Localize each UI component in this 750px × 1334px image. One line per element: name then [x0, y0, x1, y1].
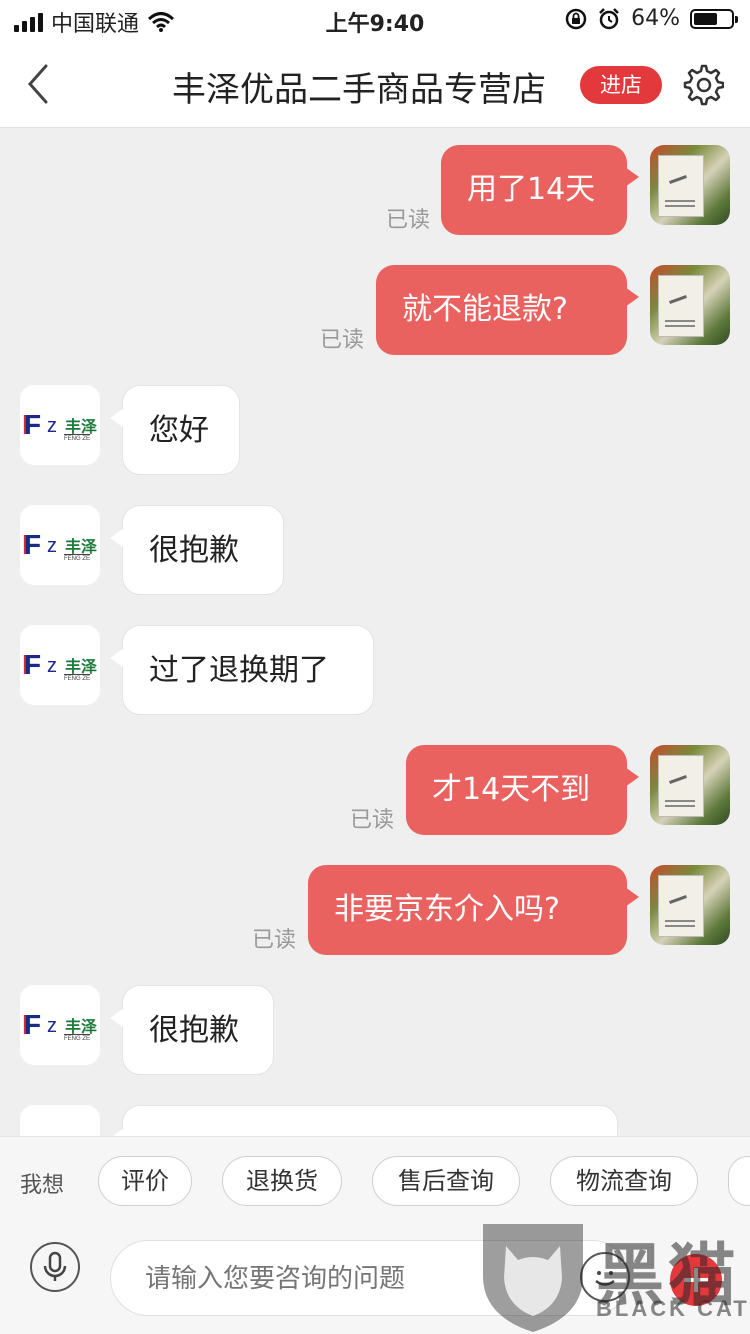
shop-logo-subtext: FENG ZE [64, 434, 91, 442]
shop-avatar[interactable]: Fz 丰泽 FENG ZE [20, 505, 100, 585]
message-bubble-incoming[interactable]: 过了退换期了 [110, 625, 374, 715]
enter-store-button[interactable]: 进店 [580, 66, 662, 104]
quick-reply-label: 我想 [20, 1173, 65, 1198]
page-title: 丰泽优品二手商品专营店 [172, 70, 546, 110]
message-bubble-outgoing[interactable]: 用了14天 [441, 145, 639, 235]
status-bar: 中国联通 上午9:40 64% [0, 0, 750, 40]
user-avatar[interactable] [650, 745, 730, 825]
shop-avatar[interactable]: Fz 丰泽 FENG ZE [20, 625, 100, 705]
battery-icon [690, 8, 738, 29]
message-bubble-outgoing[interactable]: 非要京东介入吗? [308, 865, 639, 955]
gear-icon [683, 64, 725, 106]
message-bubble-outgoing[interactable]: 才14天不到 [406, 745, 639, 835]
message-bubble-incoming-partial[interactable] [110, 1105, 618, 1136]
shop-logo-subtext: FENG ZE [64, 674, 91, 682]
shop-avatar[interactable]: Fz 丰泽 FENG ZE [20, 985, 100, 1065]
message-bubble-outgoing[interactable]: 就不能退款? [376, 265, 639, 355]
quick-reply-chip-logistics[interactable]: 物流查询 [550, 1156, 698, 1206]
voice-button[interactable] [30, 1242, 80, 1292]
read-receipt: 已读 [386, 208, 431, 233]
shop-avatar[interactable]: Fz 丰泽 FENG ZE [20, 385, 100, 465]
microphone-icon [43, 1251, 67, 1281]
battery-percent: 64% [631, 6, 680, 31]
chevron-left-icon [27, 64, 48, 104]
input-bar [0, 1226, 750, 1334]
navigation-bar: 丰泽优品二手商品专营店 进店 [0, 40, 750, 128]
user-avatar[interactable] [650, 145, 730, 225]
status-right: 64% [565, 6, 738, 31]
read-receipt: 已读 [252, 928, 297, 953]
chat-area[interactable]: 已读 用了14天 已读 就不能退款? Fz 丰泽 FENG ZE 您好 Fz 丰… [0, 128, 750, 1136]
more-actions-button[interactable] [670, 1254, 722, 1306]
quick-reply-chip-aftersale[interactable]: 售后查询 [372, 1156, 520, 1206]
user-avatar[interactable] [650, 265, 730, 345]
settings-button[interactable] [680, 62, 725, 106]
message-bubble-incoming[interactable]: 很抱歉 [110, 505, 284, 595]
message-bubble-incoming[interactable]: 很抱歉 [110, 985, 274, 1075]
read-receipt: 已读 [350, 808, 395, 833]
message-input[interactable] [110, 1240, 630, 1316]
message-bubble-incoming[interactable]: 您好 [110, 385, 240, 475]
shop-logo-subtext: FENG ZE [64, 1034, 91, 1042]
shop-logo-subtext: FENG ZE [64, 554, 91, 562]
read-receipt: 已读 [320, 328, 365, 353]
back-button[interactable] [20, 60, 60, 108]
rotation-lock-icon [565, 8, 587, 29]
smile-icon [595, 1271, 615, 1286]
quick-reply-bar: 我想 评价 退换货 售后查询 物流查询 [0, 1136, 750, 1226]
quick-reply-chip-return[interactable]: 退换货 [222, 1156, 342, 1206]
quick-reply-chip-more[interactable] [728, 1156, 750, 1206]
user-avatar[interactable] [650, 865, 730, 945]
quick-reply-chip-review[interactable]: 评价 [98, 1156, 192, 1206]
shop-avatar[interactable] [20, 1105, 100, 1136]
alarm-icon [599, 7, 619, 29]
emoji-button[interactable] [580, 1252, 630, 1302]
